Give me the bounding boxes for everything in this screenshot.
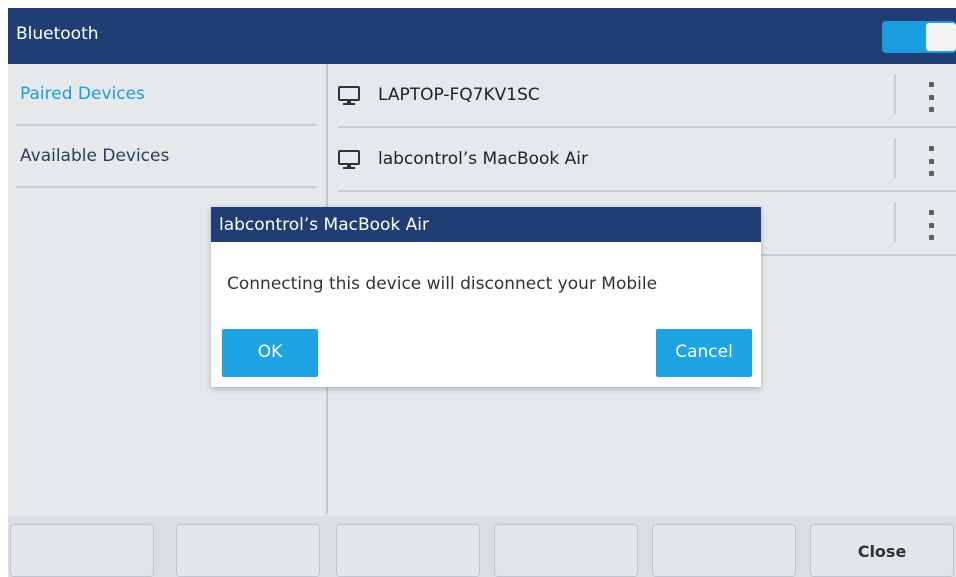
bluetooth-toggle[interactable] <box>882 21 956 53</box>
row-separator <box>894 202 896 242</box>
close-button[interactable]: Close <box>810 524 954 577</box>
sidebar-item-available-devices[interactable]: Available Devices <box>16 126 316 188</box>
device-row[interactable]: LAPTOP-FQ7KV1SC <box>338 64 956 128</box>
cancel-button[interactable]: Cancel <box>656 329 752 377</box>
softkey-3[interactable] <box>336 524 480 577</box>
more-options-icon[interactable] <box>918 82 944 112</box>
more-options-icon[interactable] <box>918 210 944 240</box>
sidebar-item-paired-devices[interactable]: Paired Devices <box>16 64 316 126</box>
softkey-2[interactable] <box>176 524 320 577</box>
monitor-icon <box>338 150 360 169</box>
ok-button[interactable]: OK <box>222 329 318 377</box>
softkey-5[interactable] <box>652 524 796 577</box>
dialog-message: Connecting this device will disconnect y… <box>227 274 658 294</box>
monitor-icon <box>338 86 360 105</box>
device-name: LAPTOP-FQ7KV1SC <box>378 85 540 105</box>
ok-button-label: OK <box>257 342 283 362</box>
sidebar-item-label: Available Devices <box>20 146 170 166</box>
close-button-label: Close <box>857 542 907 561</box>
sidebar-item-label: Paired Devices <box>20 84 145 104</box>
more-options-icon[interactable] <box>918 146 944 176</box>
confirm-dialog: labcontrol’s MacBook Air Connecting this… <box>211 207 761 387</box>
dialog-title: labcontrol’s MacBook Air <box>219 215 430 235</box>
row-separator <box>894 138 896 178</box>
device-name: labcontrol’s MacBook Air <box>378 149 589 169</box>
dialog-header: labcontrol’s MacBook Air <box>211 207 761 242</box>
cancel-button-label: Cancel <box>675 342 733 362</box>
softkey-4[interactable] <box>494 524 638 577</box>
softkey-1[interactable] <box>10 524 154 577</box>
row-separator <box>894 74 896 114</box>
device-row[interactable]: labcontrol’s MacBook Air <box>338 128 956 192</box>
toggle-knob <box>926 23 956 51</box>
page-title: Bluetooth <box>16 24 99 44</box>
title-bar: Bluetooth <box>8 8 956 64</box>
softkey-bar: Close <box>8 516 956 577</box>
bluetooth-screen: Bluetooth Paired Devices Available Devic… <box>8 8 956 577</box>
